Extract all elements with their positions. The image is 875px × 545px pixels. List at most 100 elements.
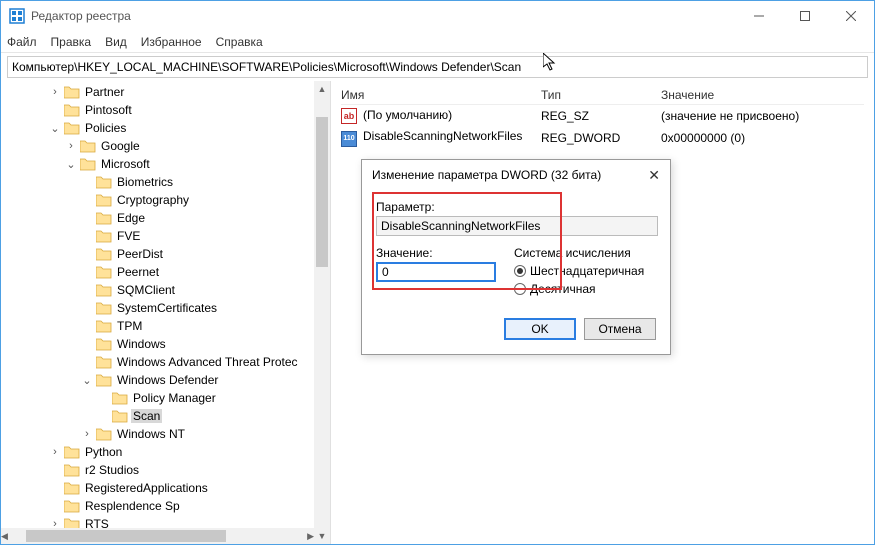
value-type: REG_SZ [541, 109, 661, 123]
value-row[interactable]: 110DisableScanningNetworkFilesREG_DWORD0… [341, 127, 864, 149]
chevron-down-icon[interactable]: ⌄ [49, 122, 61, 135]
tree-item-label: Scan [131, 409, 162, 423]
dword-value-icon: 110 [341, 131, 357, 147]
scroll-thumb[interactable] [316, 117, 328, 267]
tree-item-label: Windows NT [115, 427, 187, 441]
tree-item[interactable]: RegisteredApplications [1, 479, 330, 497]
folder-icon [64, 481, 80, 495]
dialog-close-button[interactable]: ✕ [648, 167, 660, 184]
folder-icon [96, 337, 112, 351]
tree-item[interactable]: Cryptography [1, 191, 330, 209]
tree-item[interactable]: Windows [1, 335, 330, 353]
tree-item[interactable]: SystemCertificates [1, 299, 330, 317]
folder-icon [96, 283, 112, 297]
tree-item[interactable]: PeerDist [1, 245, 330, 263]
address-text: Компьютер\HKEY_LOCAL_MACHINE\SOFTWARE\Po… [12, 60, 521, 74]
tree-item[interactable]: ⌄Policies [1, 119, 330, 137]
radio-dot-icon [514, 265, 526, 277]
dialog-titlebar: Изменение параметра DWORD (32 бита) ✕ [362, 160, 670, 190]
tree-scrollbar-vertical[interactable]: ▲ ▼ [314, 81, 330, 544]
chevron-down-icon[interactable]: ⌄ [65, 158, 77, 171]
tree-item[interactable]: Edge [1, 209, 330, 227]
edit-dword-dialog: Изменение параметра DWORD (32 бита) ✕ Па… [361, 159, 671, 355]
scroll-up-icon[interactable]: ▲ [314, 81, 330, 97]
folder-icon [80, 139, 96, 153]
tree-item[interactable]: ›Python [1, 443, 330, 461]
tree-item-label: RegisteredApplications [83, 481, 210, 495]
title-bar: Редактор реестра [1, 1, 874, 31]
menu-favorites[interactable]: Избранное [141, 35, 202, 49]
radio-hexadecimal[interactable]: Шестнадцатеричная [514, 264, 656, 278]
tree-item[interactable]: Pintosoft [1, 101, 330, 119]
radio-hex-label: Шестнадцатеричная [530, 264, 644, 278]
menu-view[interactable]: Вид [105, 35, 127, 49]
radio-dec-label: Десятичная [530, 282, 596, 296]
chevron-right-icon[interactable]: › [49, 446, 61, 458]
menu-help[interactable]: Справка [216, 35, 263, 49]
close-button[interactable] [828, 1, 874, 31]
window-controls [736, 1, 874, 31]
tree-item-label: Windows Defender [115, 373, 220, 387]
minimize-button[interactable] [736, 1, 782, 31]
tree-item-label: r2 Studios [83, 463, 141, 477]
header-type[interactable]: Тип [541, 88, 661, 102]
scroll-thumb-h[interactable] [26, 530, 226, 542]
tree-item[interactable]: ›Google [1, 137, 330, 155]
base-label: Система исчисления [514, 246, 656, 260]
tree-item-label: Partner [83, 85, 126, 99]
tree-item[interactable]: › Windows NT [1, 425, 330, 443]
folder-icon [96, 319, 112, 333]
tree-item[interactable]: ⌄ Windows Defender [1, 371, 330, 389]
radio-decimal[interactable]: Десятичная [514, 282, 656, 296]
folder-icon [80, 157, 96, 171]
value-data: (значение не присвоено) [661, 109, 864, 123]
scroll-right-icon[interactable]: ▶ [307, 528, 314, 544]
tree-item-label: Biometrics [115, 175, 175, 189]
value-data: 0x00000000 (0) [661, 131, 864, 145]
folder-icon [96, 355, 112, 369]
tree-item[interactable]: Policy Manager [1, 389, 330, 407]
tree-item[interactable]: SQMClient [1, 281, 330, 299]
folder-icon [64, 103, 80, 117]
tree-item[interactable]: ⌄Microsoft [1, 155, 330, 173]
tree-item-label: Cryptography [115, 193, 191, 207]
tree-item[interactable]: Biometrics [1, 173, 330, 191]
chevron-right-icon[interactable]: › [49, 86, 61, 98]
tree-item[interactable]: TPM [1, 317, 330, 335]
folder-icon [96, 265, 112, 279]
cancel-button[interactable]: Отмена [584, 318, 656, 340]
menu-edit[interactable]: Правка [51, 35, 92, 49]
address-bar[interactable]: Компьютер\HKEY_LOCAL_MACHINE\SOFTWARE\Po… [7, 56, 868, 78]
tree-item[interactable]: Windows Advanced Threat Protec [1, 353, 330, 371]
maximize-button[interactable] [782, 1, 828, 31]
ok-button[interactable]: OK [504, 318, 576, 340]
tree-item[interactable]: FVE [1, 227, 330, 245]
menu-file[interactable]: Файл [7, 35, 37, 49]
chevron-down-icon[interactable]: ⌄ [81, 374, 93, 387]
tree-item[interactable]: r2 Studios [1, 461, 330, 479]
tree-item[interactable]: › Partner [1, 83, 330, 101]
tree-item-label: Windows Advanced Threat Protec [115, 355, 300, 369]
radio-dot-icon [514, 283, 526, 295]
chevron-right-icon[interactable]: › [81, 428, 93, 440]
chevron-right-icon[interactable]: › [65, 140, 77, 152]
header-value[interactable]: Значение [661, 88, 864, 102]
folder-icon [96, 211, 112, 225]
scroll-down-icon[interactable]: ▼ [314, 528, 330, 544]
value-row[interactable]: ab(По умолчанию)REG_SZ(значение не присв… [341, 105, 864, 127]
tree-item-label: SystemCertificates [115, 301, 219, 315]
tree-item[interactable]: Resplendence Sp [1, 497, 330, 515]
tree-scrollbar-horizontal[interactable]: ◀ ▶ [1, 528, 314, 544]
folder-icon [96, 247, 112, 261]
value-data-field[interactable] [376, 262, 496, 282]
scroll-left-icon[interactable]: ◀ [1, 528, 8, 544]
tree-item-label: Pintosoft [83, 103, 134, 117]
header-name[interactable]: Имя [341, 88, 541, 102]
tree-item-label: Windows [115, 337, 168, 351]
value-name: (По умолчанию) [363, 108, 452, 122]
folder-icon [64, 463, 80, 477]
app-icon [9, 8, 25, 24]
tree-item[interactable]: Peernet [1, 263, 330, 281]
folder-icon [96, 175, 112, 189]
tree-item[interactable]: Scan [1, 407, 330, 425]
